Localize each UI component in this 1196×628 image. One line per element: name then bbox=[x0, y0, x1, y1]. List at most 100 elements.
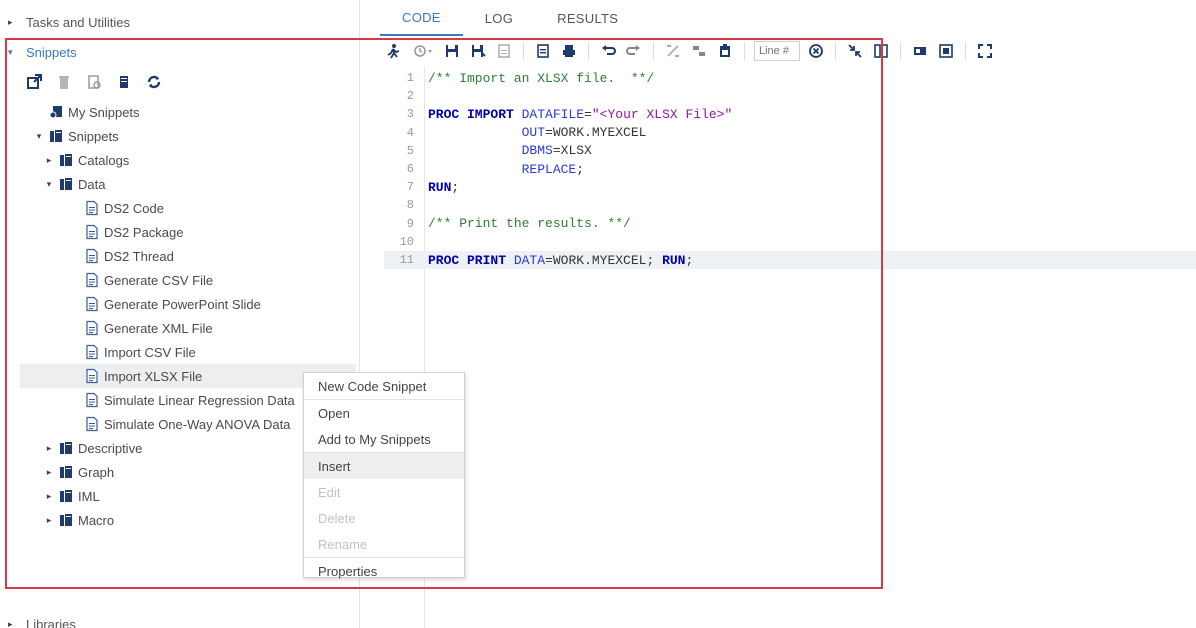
caret-right-icon: ▸ bbox=[8, 618, 13, 628]
snippets-header[interactable]: ▾ Snippets bbox=[0, 40, 360, 64]
code-token: DATAFILE bbox=[521, 106, 585, 122]
save-icon[interactable] bbox=[442, 41, 462, 61]
tree-item[interactable]: Import CSV File bbox=[20, 340, 356, 364]
code-line[interactable]: 9 /** Print the results. **/ bbox=[384, 215, 1196, 233]
menu-item-new-code-snippet[interactable]: New Code Snippet bbox=[304, 373, 464, 399]
menu-item-properties[interactable]: Properties bbox=[304, 558, 464, 584]
code-editor[interactable]: 1 /** Import an XLSX file. **/ 2 3 PROC IMPO… bbox=[384, 66, 1196, 628]
split-view-icon[interactable] bbox=[871, 41, 891, 61]
snippet-file-icon bbox=[84, 416, 100, 432]
clipboard-icon[interactable] bbox=[715, 41, 735, 61]
snippet-file-icon bbox=[84, 200, 100, 216]
tree-item[interactable]: ▾ Snippets bbox=[20, 124, 356, 148]
tasks-utilities-header[interactable]: ▸ Tasks and Utilities bbox=[0, 10, 360, 34]
menu-item-open[interactable]: Open bbox=[304, 400, 464, 426]
line-number: 9 bbox=[406, 216, 414, 231]
tasks-utilities-label: Tasks and Utilities bbox=[26, 14, 131, 30]
code-line[interactable]: 6 REPLACE; bbox=[384, 160, 1196, 178]
library-icon bbox=[58, 512, 74, 528]
tree-item-label: Simulate Linear Regression Data bbox=[104, 392, 295, 408]
code-token: =XLSX bbox=[552, 143, 592, 159]
code-line[interactable]: 7 RUN; bbox=[384, 178, 1196, 196]
properties-icon[interactable] bbox=[84, 72, 104, 92]
tree-item[interactable]: DS2 Code bbox=[20, 196, 356, 220]
snippet-file-icon bbox=[84, 224, 100, 240]
code-token: OUT bbox=[521, 125, 546, 141]
tree-item-label: DS2 Code bbox=[104, 200, 164, 216]
code-text: PROC IMPORT DATAFILE="<Your XLSX File>" bbox=[428, 107, 732, 122]
tab-results[interactable]: RESULTS bbox=[535, 0, 640, 36]
code-token: ; bbox=[685, 252, 694, 268]
code-text: REPLACE; bbox=[428, 162, 584, 177]
maximize-icon[interactable] bbox=[975, 41, 995, 61]
export-icon[interactable] bbox=[936, 41, 956, 61]
run-icon[interactable] bbox=[384, 41, 404, 61]
comment-icon[interactable] bbox=[689, 41, 709, 61]
code-line[interactable]: 5 DBMS=XLSX bbox=[384, 142, 1196, 160]
menu-item-insert[interactable]: Insert bbox=[304, 453, 464, 479]
tree-item-label: Import CSV File bbox=[104, 344, 196, 360]
code-token: PROC PRINT bbox=[428, 252, 514, 268]
tree-item-label: Data bbox=[78, 176, 106, 192]
library-icon bbox=[58, 488, 74, 504]
code-text: /** Import an XLSX file. **/ bbox=[428, 71, 654, 86]
menu-item-add-to-my-snippets[interactable]: Add to My Snippets bbox=[304, 426, 464, 452]
code-token: ; bbox=[451, 179, 460, 195]
caret-right-icon[interactable]: ▸ bbox=[44, 155, 54, 166]
document-icon[interactable] bbox=[494, 41, 514, 61]
new-snippet-icon[interactable] bbox=[24, 72, 44, 92]
layout-icon[interactable] bbox=[910, 41, 930, 61]
tree-item[interactable]: DS2 Package bbox=[20, 220, 356, 244]
redo-icon[interactable] bbox=[624, 41, 644, 61]
caret-down-icon[interactable]: ▾ bbox=[44, 179, 54, 190]
tree-item[interactable]: Generate XML File bbox=[20, 316, 356, 340]
format-code-icon[interactable] bbox=[663, 41, 683, 61]
undo-icon[interactable] bbox=[598, 41, 618, 61]
code-token: "<Your XLSX File>" bbox=[591, 106, 733, 122]
tree-item[interactable]: DS2 Thread bbox=[20, 244, 356, 268]
library-icon bbox=[58, 440, 74, 456]
save-as-icon[interactable] bbox=[468, 41, 488, 61]
caret-down-icon[interactable]: ▾ bbox=[34, 131, 44, 142]
code-line[interactable]: 2 bbox=[384, 87, 1196, 105]
toolbar-separator bbox=[653, 42, 654, 60]
code-line[interactable]: 8 bbox=[384, 196, 1196, 214]
caret-right-icon[interactable]: ▸ bbox=[44, 491, 54, 502]
line-number-input[interactable] bbox=[754, 41, 800, 61]
code-line[interactable]: 4 OUT=WORK.MYEXCEL bbox=[384, 124, 1196, 142]
toolbar-separator bbox=[965, 42, 966, 60]
code-text: OUT=WORK.MYEXCEL bbox=[428, 125, 647, 141]
snippets-toolbar bbox=[24, 70, 164, 94]
caret-right-icon[interactable]: ▸ bbox=[44, 467, 54, 478]
close-circle-icon[interactable] bbox=[806, 41, 826, 61]
tree-item[interactable]: Generate PowerPoint Slide bbox=[20, 292, 356, 316]
caret-right-icon[interactable]: ▸ bbox=[44, 515, 54, 526]
snippet-library-icon[interactable] bbox=[114, 72, 134, 92]
tab-code[interactable]: CODE bbox=[380, 0, 463, 36]
code-token: =WORK.MYEXCEL bbox=[545, 125, 647, 141]
code-line[interactable]: 3 PROC IMPORT DATAFILE="<Your XLSX File>" bbox=[384, 105, 1196, 123]
snippet-file-icon bbox=[84, 392, 100, 408]
code-token: RUN bbox=[662, 252, 686, 268]
libraries-header[interactable]: ▸ Libraries bbox=[0, 612, 360, 628]
snippet-file-icon bbox=[84, 344, 100, 360]
history-icon[interactable] bbox=[410, 41, 436, 61]
tree-item[interactable]: ▸ Catalogs bbox=[20, 148, 356, 172]
code-line[interactable]: 10 bbox=[384, 233, 1196, 251]
caret-right-icon[interactable]: ▸ bbox=[44, 443, 54, 454]
tree-item[interactable]: Generate CSV File bbox=[20, 268, 356, 292]
code-text: /** Print the results. **/ bbox=[428, 216, 631, 231]
tab-log[interactable]: LOG bbox=[463, 0, 535, 36]
delete-icon[interactable] bbox=[54, 72, 74, 92]
shrink-icon[interactable] bbox=[845, 41, 865, 61]
toolbar-separator bbox=[835, 42, 836, 60]
tree-item-label: Snippets bbox=[68, 128, 119, 144]
menu-item-delete: Delete bbox=[318, 510, 356, 526]
code-line[interactable]: 1 /** Import an XLSX file. **/ bbox=[384, 69, 1196, 87]
code-document-icon[interactable] bbox=[533, 41, 553, 61]
print-icon[interactable] bbox=[559, 41, 579, 61]
refresh-icon[interactable] bbox=[144, 72, 164, 92]
tree-item[interactable]: ▾ Data bbox=[20, 172, 356, 196]
code-line[interactable]: 11 PROC PRINT DATA=WORK.MYEXCEL; RUN; bbox=[384, 251, 1196, 269]
tree-item[interactable]: My Snippets bbox=[20, 100, 356, 124]
